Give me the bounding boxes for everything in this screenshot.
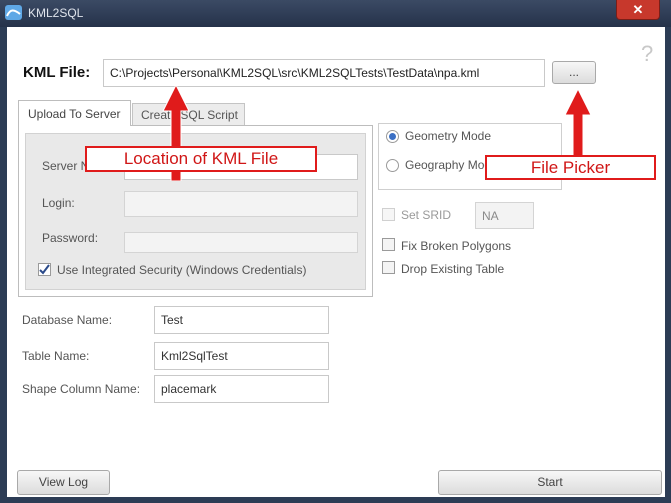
file-picker-button[interactable]: ...	[552, 61, 596, 84]
password-field[interactable]	[124, 232, 358, 253]
integrated-security-label: Use Integrated Security (Windows Credent…	[57, 263, 307, 277]
file-picker-callout: File Picker	[485, 155, 656, 180]
tab-upload-to-server[interactable]: Upload To Server	[18, 100, 131, 126]
drop-existing-table-checkbox[interactable]	[382, 261, 395, 274]
geometry-mode-radio[interactable]	[386, 130, 399, 143]
location-of-kml-file-callout: Location of KML File	[85, 146, 317, 172]
close-icon: ✕	[632, 2, 644, 17]
checkmark-icon	[39, 264, 50, 275]
password-label: Password:	[42, 231, 99, 245]
view-log-button[interactable]: View Log	[17, 470, 110, 495]
login-field[interactable]	[124, 191, 358, 217]
drop-existing-table-label: Drop Existing Table	[401, 262, 505, 276]
geography-mode-label: Geography Mode	[405, 158, 498, 172]
table-name-label: Table Name:	[22, 349, 90, 363]
table-name-field[interactable]: Kml2SqlTest	[154, 342, 329, 370]
fix-broken-polygons-checkbox[interactable]	[382, 238, 395, 251]
close-button[interactable]: ✕	[616, 0, 660, 20]
main-panel: ? KML File: C:\Projects\Personal\KML2SQL…	[7, 27, 665, 497]
database-name-field[interactable]: Test	[154, 306, 329, 334]
shape-column-name-label: Shape Column Name:	[22, 382, 141, 396]
kml-file-label: KML File:	[23, 64, 91, 81]
set-srid-checkbox[interactable]	[382, 208, 395, 221]
application-window: KML2SQL ✕ ? KML File: C:\Projects\Person…	[0, 0, 671, 503]
database-name-label: Database Name:	[22, 313, 113, 327]
login-label: Login:	[42, 196, 75, 210]
srid-field[interactable]: NA	[475, 202, 534, 229]
tab-label: Upload To Server	[28, 107, 121, 121]
integrated-security-checkbox[interactable]	[38, 263, 51, 276]
title-bar: KML2SQL ✕	[0, 0, 671, 27]
shape-column-name-field[interactable]: placemark	[154, 375, 329, 403]
radio-dot-icon	[389, 133, 396, 140]
geometry-mode-label: Geometry Mode	[405, 129, 492, 143]
start-button[interactable]: Start	[438, 470, 662, 495]
set-srid-label: Set SRID	[401, 208, 452, 222]
geography-mode-radio[interactable]	[386, 159, 399, 172]
app-icon	[5, 5, 22, 20]
help-icon[interactable]: ?	[641, 41, 653, 67]
window-title: KML2SQL	[28, 6, 84, 20]
fix-broken-polygons-label: Fix Broken Polygons	[401, 239, 512, 253]
kml-path-field[interactable]: C:\Projects\Personal\KML2SQL\src\KML2SQL…	[103, 59, 545, 87]
